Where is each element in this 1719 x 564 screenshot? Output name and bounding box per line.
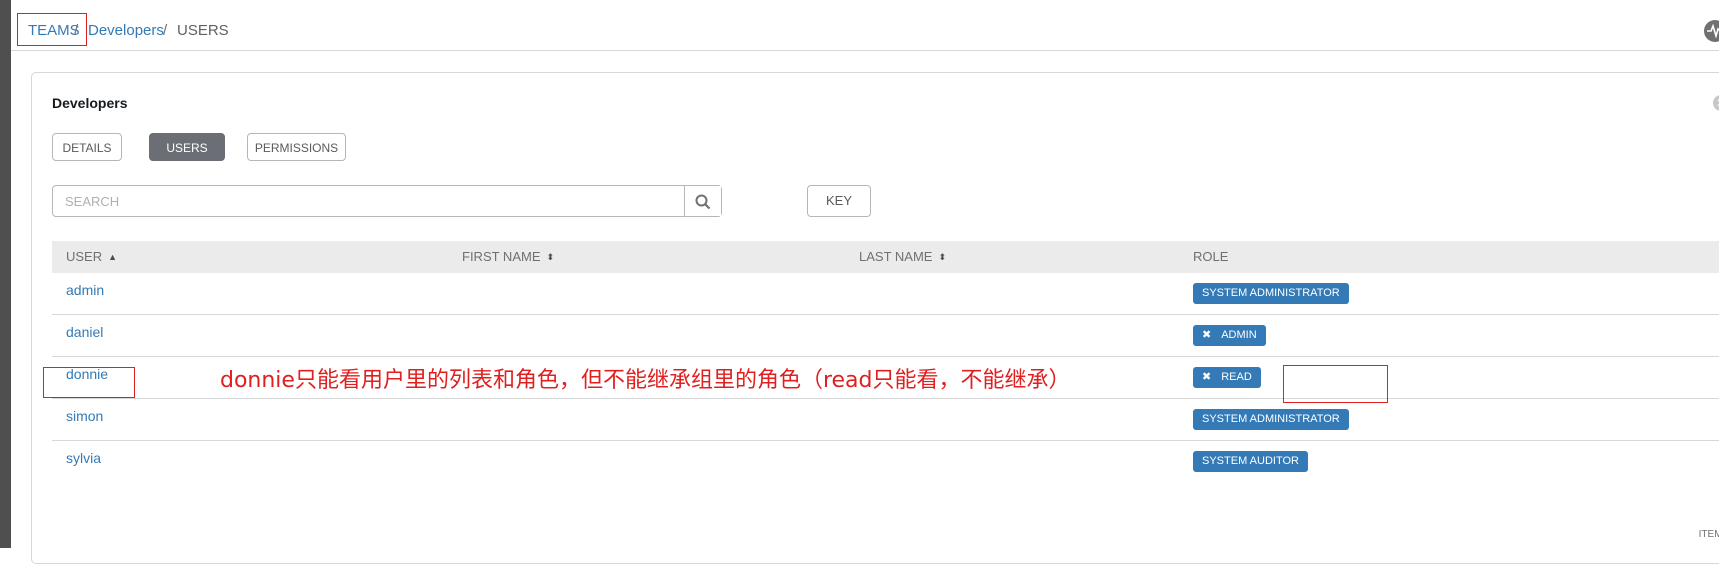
table-row: admin SYSTEM ADMINISTRATOR: [52, 273, 1719, 315]
remove-role-icon[interactable]: ✖: [1202, 329, 1211, 341]
sort-icon: ⬍: [938, 252, 946, 262]
table-header: USER ▲ FIRST NAME ⬍ LAST NAME ⬍ ROLE: [52, 241, 1719, 273]
role-badge: SYSTEM ADMINISTRATOR: [1193, 283, 1349, 304]
panel-title: Developers: [52, 95, 128, 111]
items-count: ITEMS 1 - 5: [1698, 529, 1719, 540]
role-badge: SYSTEM AUDITOR: [1193, 451, 1308, 472]
column-header-user[interactable]: USER ▲: [66, 249, 117, 264]
activity-stream-icon[interactable]: [1704, 20, 1719, 42]
table-row: sylvia SYSTEM AUDITOR: [52, 441, 1719, 482]
breadcrumb-current-users: USERS: [177, 22, 229, 39]
search-field: [52, 185, 722, 217]
annotation-box-read-role: [1283, 365, 1388, 403]
breadcrumb-separator: /: [163, 22, 168, 39]
search-input[interactable]: [53, 186, 679, 216]
user-link[interactable]: daniel: [66, 324, 103, 340]
close-icon[interactable]: ✕: [1713, 95, 1719, 111]
remove-role-icon[interactable]: ✖: [1202, 371, 1211, 383]
column-header-role: ROLE: [1193, 249, 1229, 264]
annotation-box-teams: [17, 13, 87, 46]
role-badge: ✖ ADMIN: [1193, 325, 1266, 346]
search-icon: [695, 194, 711, 210]
tab-permissions[interactable]: PERMISSIONS: [247, 133, 346, 161]
search-button[interactable]: [684, 186, 721, 216]
table-row: daniel ✖ ADMIN: [52, 315, 1719, 357]
tab-users[interactable]: USERS: [149, 133, 225, 161]
column-header-first-name[interactable]: FIRST NAME ⬍: [462, 249, 554, 264]
user-link[interactable]: admin: [66, 282, 104, 298]
sort-icon: ⬍: [546, 252, 555, 262]
sort-asc-icon: ▲: [108, 252, 118, 262]
annotation-box-donnie: [43, 367, 135, 398]
role-badge: SYSTEM ADMINISTRATOR: [1193, 409, 1349, 430]
left-nav-rail: [0, 0, 11, 548]
annotation-text: donnie只能看用户里的列表和角色，但不能继承组里的角色（read只能看，不能…: [220, 368, 1071, 393]
column-header-last-name[interactable]: LAST NAME ⬍: [859, 249, 946, 264]
team-users-panel: Developers ✕ DETAILS USERS PERMISSIONS K…: [31, 72, 1719, 564]
user-link[interactable]: simon: [66, 408, 103, 424]
key-button[interactable]: KEY: [807, 185, 871, 217]
user-link[interactable]: sylvia: [66, 450, 101, 466]
breadcrumb: TEAMS / Developers / USERS: [11, 10, 1719, 51]
breadcrumb-developers-link[interactable]: Developers: [88, 22, 164, 40]
tab-details[interactable]: DETAILS: [52, 133, 122, 161]
role-badge: ✖ READ: [1193, 367, 1261, 388]
table-row: simon SYSTEM ADMINISTRATOR: [52, 399, 1719, 441]
